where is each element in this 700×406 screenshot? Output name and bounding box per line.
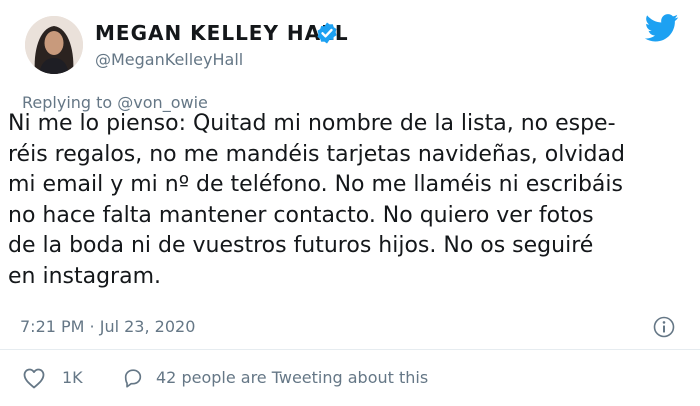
avatar-photo [25, 16, 83, 74]
tweet-text-line: mi email y mi nº de teléfono. No me llam… [8, 172, 623, 197]
speech-bubble-icon[interactable] [122, 367, 144, 389]
conversation-link[interactable]: 42 people are Tweeting about this [156, 366, 428, 390]
tweet-text-line: no hace falta mantener contacto. No quie… [8, 202, 594, 228]
tweet-text: Ni me lo pienso: Quitad mi nombre de la … [8, 109, 698, 292]
tweet-text-line: en instagram. [8, 263, 162, 289]
divider [0, 349, 700, 350]
author-handle[interactable]: @MeganKelleyHall [95, 50, 243, 70]
avatar[interactable] [25, 16, 83, 74]
verified-badge-icon [317, 22, 337, 44]
info-icon[interactable] [652, 315, 676, 339]
tweet-text-line: réis regalos, no me mandéis tarjetas nav… [8, 141, 625, 167]
heart-icon[interactable] [22, 367, 46, 389]
tweet-text-line: de la boda ni de vuestros futuros hijos.… [8, 233, 594, 258]
tweet-timestamp[interactable]: 7:21 PM · Jul 23, 2020 [20, 317, 195, 337]
tweet-text-line: Ni me lo pienso: Quitad mi nombre de la … [8, 111, 616, 136]
like-count[interactable]: 1K [62, 366, 83, 390]
author-name[interactable]: MEGAN KELLEY HALL [95, 21, 349, 45]
twitter-bird-icon[interactable] [645, 14, 679, 42]
